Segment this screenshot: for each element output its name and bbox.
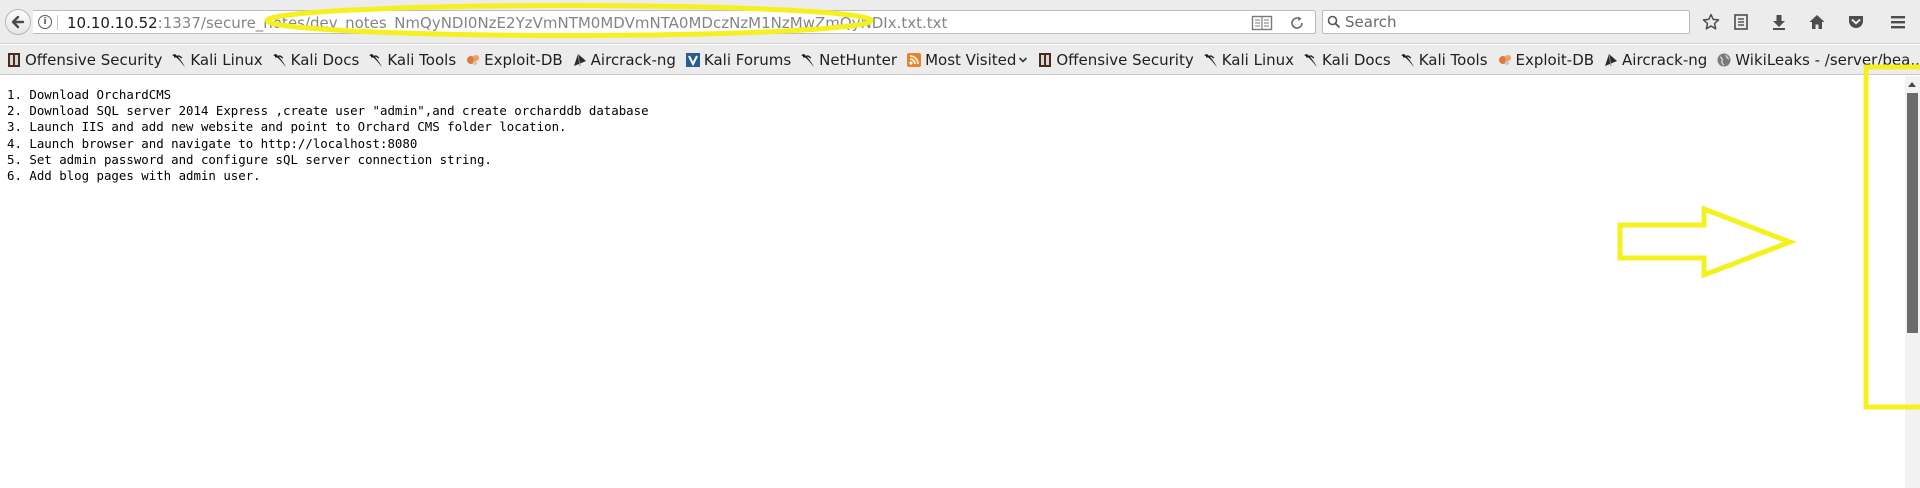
url-host: 10.10.10.52	[67, 14, 158, 32]
kali-dragon-icon	[1400, 54, 1414, 67]
note-line: 5. Set admin password and configure sQL …	[7, 151, 492, 167]
notes-text: 1. Download OrchardCMS 2. Download SQL s…	[7, 87, 649, 184]
home-icon[interactable]	[1806, 11, 1828, 33]
bookmark-label: Offensive Security	[1056, 51, 1194, 69]
page-content: 1. Download OrchardCMS 2. Download SQL s…	[0, 76, 1905, 488]
bookmark-item[interactable]: WikiLeaks - /server/bea...	[1716, 45, 1920, 74]
aircrack-icon	[573, 53, 586, 67]
bookmark-label: WikiLeaks - /server/bea...	[1735, 51, 1920, 69]
scrollbar-thumb[interactable]	[1907, 93, 1918, 333]
bookmark-label: Exploit-DB	[484, 51, 563, 69]
aircrack-icon	[1605, 53, 1618, 67]
vertical-scrollbar[interactable]	[1905, 76, 1920, 488]
bookmark-label: Exploit-DB	[1515, 51, 1595, 69]
bookmarks-toolbar: Offensive Security Kali Linux Kali Docs Kal…	[0, 45, 1920, 75]
bookmark-item[interactable]: Most Visited	[906, 45, 1028, 74]
bookmark-label: Kali Linux	[1221, 51, 1295, 69]
offsec-icon	[8, 53, 20, 67]
rss-icon	[907, 53, 922, 67]
bookmark-label: Kali Docs	[290, 51, 360, 69]
kali-dragon-icon	[801, 54, 815, 67]
note-line: 4. Launch browser and navigate to http:/…	[7, 135, 418, 151]
kali-dragon-icon	[369, 54, 383, 67]
note-line: 3. Launch IIS and add new website and po…	[7, 119, 567, 135]
scroll-up-arrow-icon[interactable]	[1908, 82, 1916, 87]
downloads-icon[interactable]	[1768, 11, 1790, 33]
bookmark-label: Aircrack-ng	[1622, 51, 1708, 69]
bookmark-item[interactable]: NetHunter	[800, 45, 898, 74]
bookmark-label: Kali Linux	[190, 51, 263, 69]
bookmark-label: Most Visited	[925, 51, 1017, 69]
back-button[interactable]	[5, 9, 31, 35]
search-box[interactable]	[1322, 10, 1690, 34]
kali-dragon-icon	[272, 54, 286, 67]
search-icon	[1327, 15, 1341, 29]
url-separator	[57, 15, 58, 30]
bookmark-item[interactable]: Exploit-DB	[465, 45, 563, 74]
bookmark-label: Kali Tools	[1418, 51, 1488, 69]
navigation-toolbar: i 10.10.10.52:1337/secure_notes/dev_note…	[0, 0, 1920, 44]
exploitdb-icon	[467, 55, 480, 66]
bookmark-item[interactable]: Kali Tools	[1400, 45, 1488, 74]
chevron-down-icon	[1019, 57, 1028, 63]
bookmark-item[interactable]: Exploit-DB	[1497, 45, 1595, 74]
bookmark-item[interactable]: Kali Linux	[1203, 45, 1295, 74]
pocket-icon[interactable]	[1845, 11, 1867, 33]
url-path: :1337/secure_notes/dev_notes_NmQyNDI0NzE…	[157, 14, 948, 32]
bookmark-label: Aircrack-ng	[590, 51, 676, 69]
reload-icon[interactable]	[1289, 15, 1305, 31]
bookmark-item[interactable]: Kali Docs	[272, 45, 360, 74]
reading-list-icon[interactable]	[1730, 11, 1752, 33]
bookmark-item[interactable]: Offensive Security	[1037, 45, 1194, 74]
note-line: 1. Download OrchardCMS	[7, 87, 172, 102]
bookmark-label: Offensive Security	[25, 51, 163, 69]
kali-dragon-icon	[1203, 54, 1217, 67]
bookmark-item[interactable]: Kali Forums	[685, 45, 792, 74]
kali-dragon-icon	[172, 54, 186, 67]
bookmark-item[interactable]: Kali Linux	[171, 45, 263, 74]
offsec-icon	[1039, 53, 1052, 67]
exploitdb-icon	[1498, 55, 1511, 66]
reader-view-icon[interactable]	[1251, 15, 1273, 31]
menu-icon[interactable]	[1887, 11, 1909, 33]
kali-dragon-icon	[1304, 54, 1318, 67]
bookmark-item[interactable]: Kali Tools	[368, 45, 457, 74]
bookmark-label: Kali Docs	[1322, 51, 1391, 69]
url-text[interactable]: 10.10.10.52:1337/secure_notes/dev_notes_…	[67, 14, 947, 32]
search-input[interactable]	[1345, 13, 1675, 31]
note-line: 6. Add blog pages with admin user.	[7, 168, 261, 184]
back-arrow-icon	[11, 15, 25, 29]
globe-icon	[1717, 53, 1731, 67]
bookmark-item[interactable]: Kali Docs	[1303, 45, 1391, 74]
url-bar[interactable]: i 10.10.10.52:1337/secure_notes/dev_note…	[33, 10, 1316, 34]
bookmark-item[interactable]: Aircrack-ng	[572, 45, 676, 74]
bookmark-star-icon[interactable]	[1700, 11, 1722, 33]
bookmark-label: NetHunter	[819, 51, 898, 69]
bookmark-label: Kali Tools	[387, 51, 457, 69]
bookmark-item[interactable]: Offensive Security	[6, 45, 163, 74]
bookmark-item[interactable]: Aircrack-ng	[1603, 45, 1708, 74]
kali-forums-icon	[685, 53, 700, 67]
bookmark-label: Kali Forums	[703, 51, 792, 69]
site-info-icon[interactable]: i	[38, 15, 52, 29]
note-line: 2. Download SQL server 2014 Express ,cre…	[7, 103, 649, 119]
